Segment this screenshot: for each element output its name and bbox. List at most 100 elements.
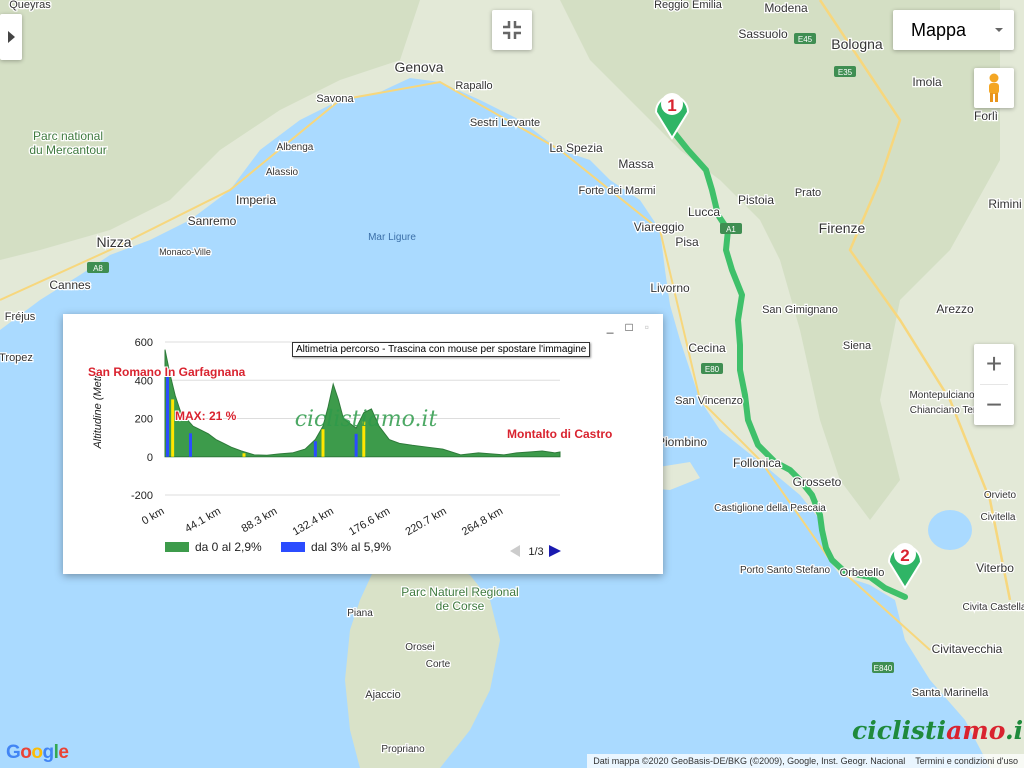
zoom-out-button[interactable]: −	[974, 385, 1014, 425]
gradient-segment	[171, 399, 175, 457]
city-label: Forlì	[974, 109, 998, 123]
start-marker-label: 1	[667, 96, 676, 115]
svg-text:E840: E840	[874, 664, 893, 673]
city-label: Imperia	[236, 193, 276, 207]
elevation-profile-panel[interactable]: _ □ ▫ 600 400 200 0 -200 Altitudine (Metri) 0 …	[63, 314, 663, 574]
city-label: Santa Marinella	[912, 687, 989, 699]
city-label: Pistoia	[738, 193, 774, 207]
legend-swatch	[165, 542, 189, 552]
city-label: Rimini	[988, 197, 1021, 211]
city-label: Corte	[426, 659, 451, 670]
city-label: Civitavecchia	[932, 642, 1003, 656]
chart-annotation: Montalto di Castro	[507, 427, 612, 441]
gradient-segment	[242, 453, 246, 457]
pager-next-icon[interactable]	[549, 545, 561, 557]
city-label: Sanremo	[188, 214, 237, 228]
city-label: Tropez	[0, 352, 33, 364]
svg-text:E45: E45	[798, 35, 813, 44]
chart-watermark: ciclistiamo.it	[295, 407, 438, 432]
city-label: San Gimignano	[762, 304, 838, 316]
city-label: Monaco-Ville	[159, 247, 211, 257]
end-marker-label: 2	[900, 546, 909, 565]
lake-bolsena	[928, 510, 972, 550]
legend-label: da 0 al 2,9%	[195, 540, 262, 554]
map-type-label: Mappa	[911, 19, 967, 40]
pegman-icon	[989, 73, 999, 102]
gradient-segment	[166, 371, 170, 457]
city-label: Sestri Levante	[470, 117, 540, 129]
fullscreen-button[interactable]	[492, 10, 532, 50]
x-tick-label: 220.7 km	[403, 505, 448, 538]
city-label: Prato	[795, 187, 821, 199]
dropdown-arrow-icon	[995, 28, 1003, 32]
y-axis-title: Altitudine (Metri)	[92, 368, 104, 449]
city-label: Queyras	[9, 0, 51, 11]
city-label: Arezzo	[936, 302, 974, 316]
x-tick-label: 176.6 km	[347, 505, 392, 538]
city-label: Firenze	[819, 220, 866, 236]
city-label: Montepulciano	[909, 390, 974, 401]
y-tick-label: 0	[147, 452, 153, 464]
city-label: Viareggio	[634, 220, 685, 234]
google-logo[interactable]: Google	[6, 742, 69, 764]
sea-label: Mar Ligure	[368, 232, 416, 243]
city-label: Orosei	[405, 642, 434, 653]
fullscreen-exit-icon	[503, 21, 521, 39]
city-label: Follonica	[733, 456, 781, 470]
city-label: Genova	[394, 59, 443, 75]
city-label: La Spezia	[549, 141, 603, 155]
street-view-pegman[interactable]	[974, 68, 1014, 108]
zoom-in-button[interactable]: +	[974, 344, 1014, 384]
city-label: Grosseto	[793, 475, 842, 489]
zoom-control: + −	[974, 344, 1014, 425]
city-label: Civitella	[980, 512, 1015, 523]
city-label: Piana	[347, 608, 373, 619]
city-label: Fréjus	[5, 311, 36, 323]
chart-annotation: MAX: 21 %	[175, 409, 237, 423]
chevron-right-icon	[8, 31, 15, 43]
city-label: Bologna	[831, 36, 883, 52]
road-shield: E80	[701, 363, 723, 374]
gradient-segment	[188, 433, 192, 457]
city-label: Imola	[912, 75, 942, 89]
city-label: Albenga	[277, 142, 314, 153]
city-label: Orvieto	[984, 490, 1017, 501]
drag-tooltip: Altimetria percorso - Trascina con mouse…	[292, 342, 591, 357]
x-tick-label: 264.8 km	[460, 505, 505, 538]
park-label: Parc national du Mercantour	[29, 129, 106, 157]
gradient-segment	[321, 429, 325, 457]
map-type-select[interactable]: Mappa	[893, 10, 1014, 50]
city-label: Forte dei Marmi	[578, 185, 655, 197]
city-label: Rapallo	[455, 80, 492, 92]
city-label: Castiglione della Pescaia	[714, 503, 826, 514]
city-label: Savona	[316, 93, 354, 105]
x-tick-label: 44.1 km	[183, 505, 223, 535]
ciclistiamo-brand-logo: ciclistiamo.it	[852, 716, 1024, 745]
road-shield: E840	[872, 662, 894, 673]
road-shield: E45	[794, 33, 816, 44]
city-label: Pisa	[675, 235, 699, 249]
map-attribution: Dati mappa ©2020 GeoBasis-DE/BKG (©2009)…	[587, 754, 1024, 768]
terms-link[interactable]: Termini e condizioni d'uso	[915, 756, 1018, 766]
city-label: Cannes	[49, 278, 90, 292]
city-label: Ajaccio	[365, 689, 400, 701]
city-label: Piombino	[657, 435, 707, 449]
city-label: Massa	[618, 157, 654, 171]
chart-annotation: San Romano In Garfagnana	[88, 365, 246, 379]
city-label: Siena	[843, 340, 872, 352]
city-label: Viterbo	[976, 561, 1014, 575]
legend-swatch	[281, 542, 305, 552]
pager-prev-icon[interactable]	[510, 545, 520, 557]
pager-label: 1/3	[528, 546, 543, 558]
city-label: Civita Castellana	[962, 602, 1024, 613]
x-tick-label: 88.3 km	[239, 505, 279, 535]
sidebar-toggle-button[interactable]	[0, 14, 22, 60]
gradient-segment	[313, 441, 317, 457]
city-label: San Vincenzo	[675, 395, 743, 407]
city-label: Cecina	[688, 341, 726, 355]
road-shield: A1	[720, 223, 742, 234]
city-label: Livorno	[650, 281, 690, 295]
city-label: Alassio	[266, 167, 299, 178]
y-tick-label: 200	[135, 414, 153, 426]
city-label: Lucca	[688, 205, 720, 219]
